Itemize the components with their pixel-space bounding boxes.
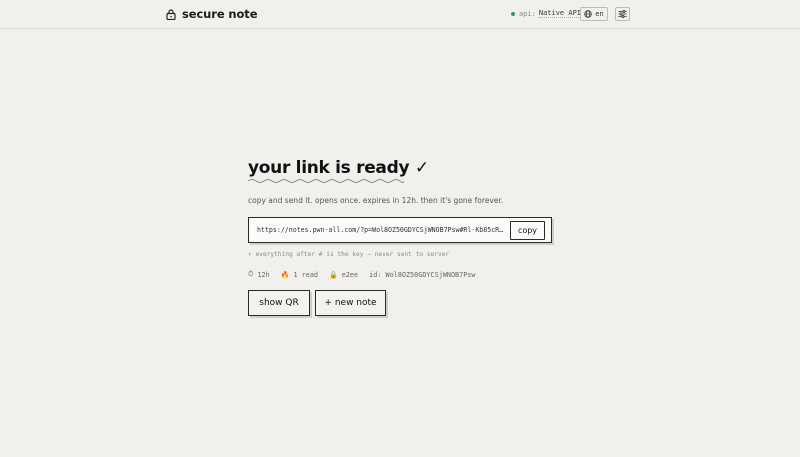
expiry-info: ⏱ 12h: [248, 270, 270, 279]
brand[interactable]: secure note: [166, 7, 258, 21]
app-title: secure note: [182, 7, 258, 21]
api-mode-link[interactable]: Native API: [538, 9, 582, 18]
language-button[interactable]: en: [580, 7, 608, 21]
clock-icon: ⏱: [248, 270, 254, 278]
key-hint: ↑ everything after # is the key — never …: [248, 251, 450, 258]
reads-value: 1 read: [293, 270, 319, 279]
fire-icon: 🔥: [280, 270, 290, 279]
expiry-value: 12h: [257, 270, 270, 279]
globe-icon: [584, 10, 592, 18]
top-bar: secure note api: Native API en: [0, 0, 800, 29]
copy-button[interactable]: copy: [510, 221, 545, 240]
show-qr-button[interactable]: show QR: [248, 290, 310, 316]
subtitle: copy and send it. opens once. expires in…: [248, 196, 504, 205]
encryption-value: e2ee: [341, 270, 359, 279]
encryption-info: 🔒 e2ee: [329, 270, 358, 279]
status-dot-icon: [511, 11, 515, 16]
api-status: api: Native API: [511, 9, 582, 18]
api-label: api:: [519, 9, 536, 18]
note-id: id: Wol8OZ50GDYCSjWNOB7Psw: [369, 270, 476, 279]
settings-button[interactable]: [615, 7, 630, 21]
new-note-button[interactable]: + new note: [315, 290, 386, 316]
lock-icon: [166, 8, 176, 20]
sliders-icon: [618, 10, 627, 18]
squiggle-underline: [248, 179, 404, 183]
language-label: en: [595, 10, 604, 18]
reads-info: 🔥 1 read: [281, 270, 318, 279]
note-meta: ⏱ 12h 🔥 1 read 🔒 e2ee id: Wol8OZ50GDYCSj…: [248, 270, 476, 279]
share-link-field[interactable]: https://notes.pwn-all.com/?p=Wol8OZ50GDY…: [248, 217, 552, 243]
lock-icon: 🔒: [329, 270, 338, 279]
page-title: your link is ready ✓: [248, 158, 429, 178]
share-link-text[interactable]: https://notes.pwn-all.com/?p=Wol8OZ50GDY…: [257, 226, 507, 234]
